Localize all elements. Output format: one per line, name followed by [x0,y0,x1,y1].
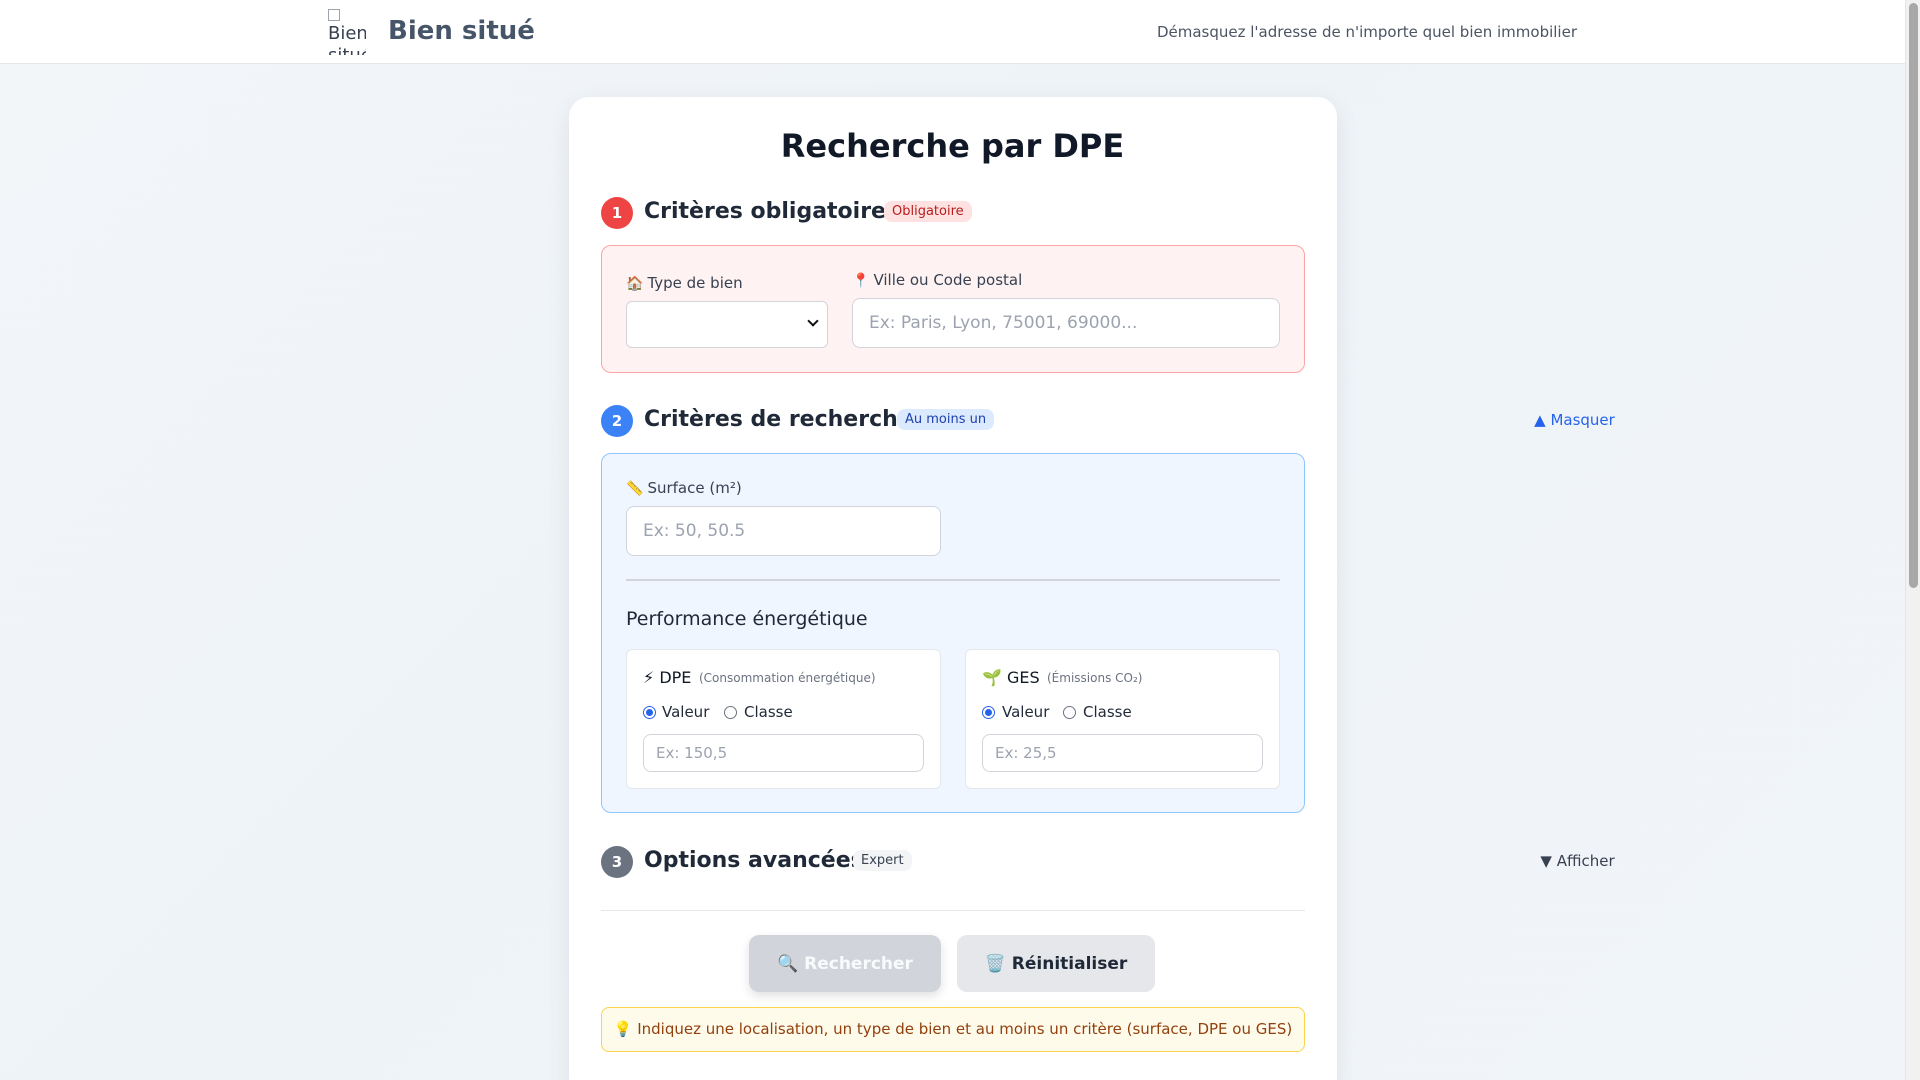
ges-radio-valeur-label[interactable]: Valeur [1002,703,1049,721]
surface-label: 📏 Surface (m²) [626,479,742,497]
broken-image-icon [328,9,340,21]
ges-hint: (Émissions CO₂) [1047,671,1143,685]
dpe-title: ⚡ DPE [643,668,692,687]
surface-input[interactable] [626,506,941,556]
reset-button[interactable]: 🗑️ Réinitialiser [957,935,1155,992]
step-number-1: 1 [601,197,633,229]
header-tagline: Démasquez l'adresse de n'importe quel bi… [1156,23,1577,41]
section-title-mandatory: Critères obligatoires [644,199,900,224]
dpe-radio-classe-label[interactable]: Classe [744,703,793,721]
mandatory-badge: Obligatoire [884,201,972,222]
section-title-search-criteria: Critères de recherche [644,407,913,432]
expert-badge: Expert [853,850,912,871]
seedling-icon: 🌱 [982,668,1002,687]
property-type-label: 🏠 Type de bien [626,274,743,292]
page-title: Recherche par DPE [780,127,1125,165]
ges-radio-classe-label[interactable]: Classe [1083,703,1132,721]
dpe-value-input[interactable] [643,734,924,772]
dpe-radio-valeur[interactable] [643,706,656,719]
property-type-select[interactable] [626,301,828,348]
scrollbar-thumb[interactable] [1909,3,1918,588]
city-postal-label: 📍 Ville ou Code postal [852,271,1023,289]
lightning-icon: ⚡ [643,668,655,687]
actions-divider [601,910,1305,911]
at-least-one-badge: Au moins un [897,409,995,430]
logo-alt-text: Bien situé [328,23,366,55]
show-advanced-button[interactable]: ▼ Afficher [1235,852,1920,870]
ges-value-input[interactable] [982,734,1263,772]
logo-image[interactable]: Bien situé [328,9,366,55]
page-scrollbar[interactable] [1905,0,1920,1080]
chevron-down-icon [807,315,819,327]
brand-name[interactable]: Bien situé [388,16,535,46]
house-icon: 🏠 [626,276,644,292]
dpe-radio-classe[interactable] [724,706,737,719]
step-number-3: 3 [601,846,633,878]
search-button[interactable]: 🔍 Rechercher [749,935,941,992]
city-postal-input[interactable] [852,298,1280,348]
hide-section-button[interactable]: ▲ Masquer [1229,411,1920,429]
pin-icon: 📍 [852,273,870,289]
step-number-2: 2 [601,405,633,437]
top-header: Bien situé Bien situé Démasquez l'adress… [0,0,1905,64]
ges-title: 🌱 GES [982,668,1040,687]
energy-performance-title: Performance énergétique [626,608,868,630]
dpe-hint: (Consommation énergétique) [699,671,876,685]
dpe-radio-valeur-label[interactable]: Valeur [662,703,709,721]
ges-radio-classe[interactable] [1063,706,1076,719]
ruler-icon: 📏 [626,481,644,497]
ges-radio-valeur[interactable] [982,706,995,719]
hint-message: 💡 Indiquez une localisation, un type de … [601,1007,1305,1052]
section-divider [626,579,1280,581]
section-title-advanced: Options avancées [644,848,864,873]
